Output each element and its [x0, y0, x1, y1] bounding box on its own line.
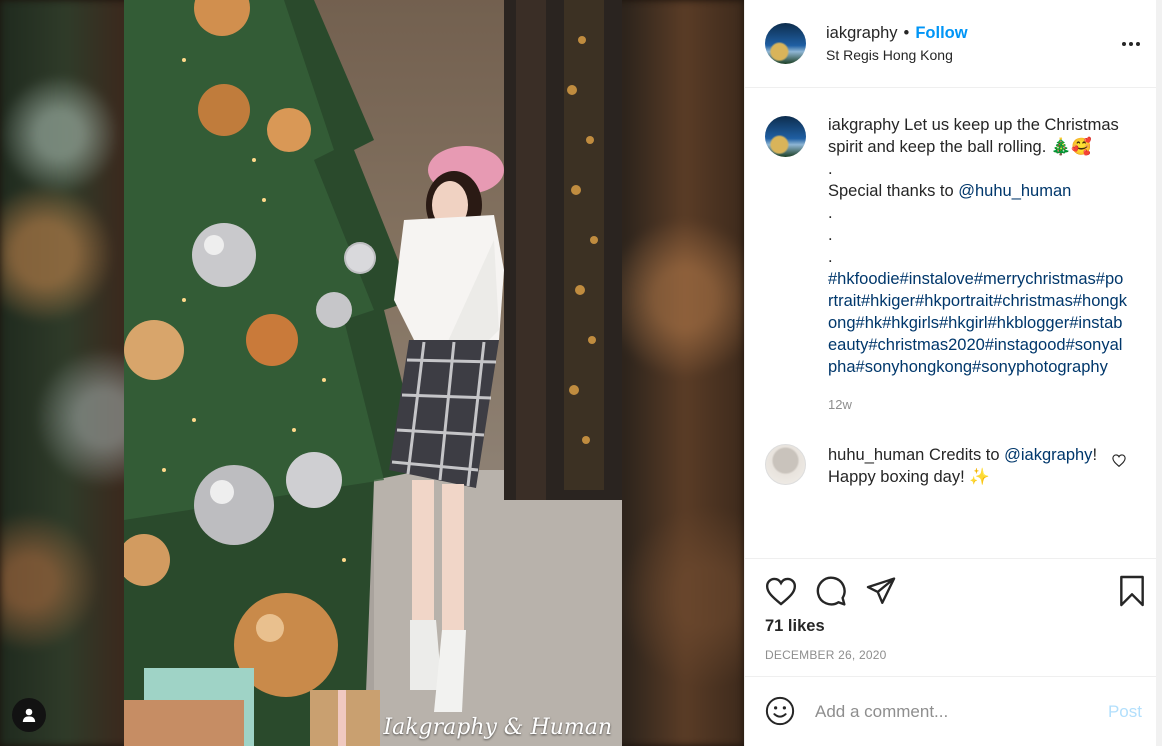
- smiley-icon: [765, 696, 795, 725]
- comment-input[interactable]: [815, 701, 1108, 722]
- post-photo[interactable]: Iakgraphy & Human: [124, 0, 622, 746]
- heart-outline-icon: [1112, 454, 1126, 468]
- photo-illustration: [124, 0, 622, 746]
- save-button[interactable]: [1106, 573, 1146, 609]
- like-button[interactable]: [765, 573, 805, 609]
- follow-button[interactable]: Follow: [915, 24, 967, 43]
- author-avatar[interactable]: [765, 23, 806, 64]
- author-username[interactable]: iakgraphy: [826, 24, 898, 43]
- caption-author-avatar[interactable]: [765, 116, 806, 157]
- separator-dot: •: [903, 24, 910, 42]
- post-media[interactable]: Iakgraphy & Human: [0, 0, 744, 746]
- post-side-panel: iakgraphy • Follow St Regis Hong Kong ia…: [744, 0, 1162, 746]
- post-date[interactable]: DECEMBER 26, 2020: [765, 648, 1146, 662]
- comment-text: Credits to: [928, 446, 1000, 464]
- post-location[interactable]: St Regis Hong Kong: [826, 47, 1116, 63]
- bookmark-icon: [1120, 575, 1144, 607]
- paper-plane-icon: [866, 577, 896, 604]
- person-icon: [22, 708, 36, 722]
- caption-row: iakgraphy Let us keep up the Christmas s…: [765, 114, 1142, 416]
- caption-body: iakgraphy Let us keep up the Christmas s…: [828, 114, 1128, 416]
- add-comment-bar: Post: [745, 676, 1162, 746]
- more-dots-icon: [1122, 41, 1140, 46]
- author-meta: iakgraphy • Follow St Regis Hong Kong: [826, 24, 1116, 63]
- post-comment-button[interactable]: Post: [1108, 702, 1142, 722]
- commenter-username[interactable]: huhu_human: [828, 446, 924, 464]
- post-actions: 71 likes DECEMBER 26, 2020: [745, 558, 1162, 676]
- heart-icon: [765, 577, 797, 606]
- comment-button[interactable]: [815, 573, 855, 609]
- comment-bubble-icon: [816, 576, 846, 606]
- tagged-users-button[interactable]: [12, 698, 46, 732]
- comments-section[interactable]: iakgraphy Let us keep up the Christmas s…: [745, 88, 1162, 558]
- emoji-picker-button[interactable]: [765, 696, 797, 728]
- page-scrollbar[interactable]: [1156, 0, 1162, 746]
- comment-body: huhu_human Credits to @iakgraphy! Happy …: [828, 444, 1098, 488]
- action-icons-row: [765, 573, 1146, 609]
- share-button[interactable]: [865, 573, 905, 609]
- instagram-post: Iakgraphy & Human iakgraphy • Follow St …: [0, 0, 1162, 746]
- caption-username[interactable]: iakgraphy: [828, 116, 900, 134]
- photo-watermark: Iakgraphy & Human: [383, 715, 612, 740]
- more-options-button[interactable]: [1116, 29, 1146, 59]
- commenter-avatar[interactable]: [765, 444, 806, 485]
- like-comment-button[interactable]: [1112, 454, 1126, 472]
- caption-mention[interactable]: @huhu_human: [958, 182, 1071, 200]
- caption-text-dots: . . .: [828, 204, 833, 266]
- likes-count[interactable]: 71 likes: [765, 617, 1146, 636]
- post-header: iakgraphy • Follow St Regis Hong Kong: [745, 0, 1162, 88]
- caption-hashtags[interactable]: #hkfoodie#instalove#merrychristmas#portr…: [828, 268, 1128, 378]
- comment-item: huhu_human Credits to @iakgraphy! Happy …: [765, 444, 1142, 488]
- comment-mention[interactable]: @iakgraphy: [1004, 446, 1092, 464]
- caption-age[interactable]: 12w: [828, 394, 1128, 416]
